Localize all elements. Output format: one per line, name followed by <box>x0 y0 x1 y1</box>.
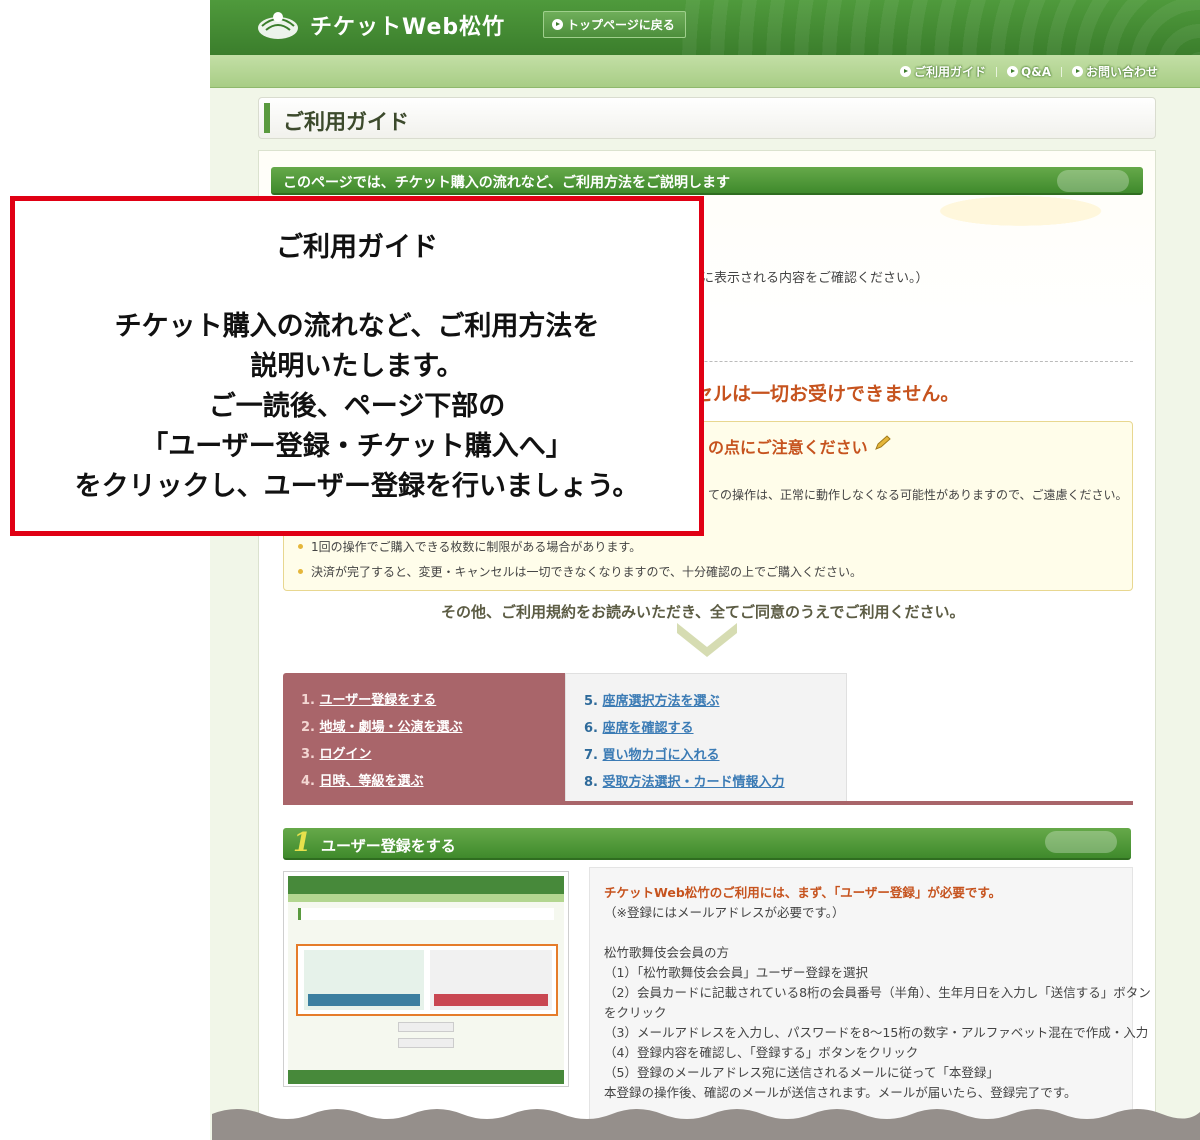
step-link-7[interactable]: 7. 買い物カゴに入れる <box>584 744 720 763</box>
step-link-8[interactable]: 8. 受取方法選択・カード情報入力 <box>584 771 785 790</box>
pencil-icon <box>875 435 891 450</box>
step-link-3[interactable]: 3. ログイン <box>301 743 372 762</box>
step-link-6[interactable]: 6. 座席を確認する <box>584 717 694 736</box>
description-line: 松竹歌舞伎会会員の方 <box>604 945 730 960</box>
intro-banner: このページでは、チケット購入の流れなど、ご利用方法をご説明します <box>271 167 1143 195</box>
registration-lead: チケットWeb松竹のご利用には、まず、「ユーザー登録」が必要です。 <box>604 885 1002 900</box>
callout-line: をクリックし、ユーザー登録を行いましょう。 <box>74 471 640 502</box>
subnav-contact-link[interactable]: お問い合わせ <box>1071 63 1158 80</box>
notice-title: の点にご注意ください <box>708 438 868 457</box>
agreement-text: その他、ご利用規約をお読みいただき、全てご同意のうえでご利用ください。 <box>441 603 965 621</box>
callout-line: 「ユーザー登録・チケット購入へ」 <box>141 431 573 462</box>
step-link-2[interactable]: 2. 地域・劇場・公演を選ぶ <box>301 716 463 735</box>
callout-line: ご一読後、ページ下部の <box>208 391 506 422</box>
chevron-down-icon <box>677 623 737 657</box>
body-text: に表示される内容をご確認ください。） <box>701 271 929 286</box>
intro-text: このページでは、チケット購入の流れなど、ご利用方法をご説明します <box>283 175 731 191</box>
no-cancel-warning: ンセルは一切お受けできません。 <box>675 383 960 405</box>
back-to-top-button[interactable]: トップページに戻る <box>543 11 686 38</box>
description-line: をクリック <box>604 1005 667 1020</box>
steps-underline <box>283 801 1133 805</box>
steps-column-left: 1. ユーザー登録をする 2. 地域・劇場・公演を選ぶ 3. ログイン 4. 日… <box>283 673 565 805</box>
section-number: 1 <box>293 828 312 858</box>
section-title: ユーザー登録をする <box>321 837 456 855</box>
bullet-icon <box>298 544 303 549</box>
description-line: （3）メールアドレスを入力し、パスワードを8〜15桁の数字・アルファベット混在で… <box>604 1025 1149 1040</box>
registration-screenshot-thumbnail <box>283 871 569 1087</box>
back-to-top-label: トップページに戻る <box>567 18 675 32</box>
guide-callout: ご利用ガイド チケット購入の流れなど、ご利用方法を 説明いたします。 ご一読後、… <box>10 196 704 536</box>
subnav-guide-link[interactable]: ご利用ガイド <box>900 63 986 80</box>
notice-item: 決済が完了すると、変更・キャンセルは一切できなくなりますので、十分確認の上でご購… <box>298 563 862 580</box>
bullet-icon <box>298 569 303 574</box>
page-title-bar: ご利用ガイド <box>258 97 1156 139</box>
subnav-qa-link[interactable]: Q&A <box>1007 65 1051 79</box>
pine-crest-icon <box>1057 170 1129 192</box>
thumbnail-highlight-frame <box>296 944 558 1016</box>
torn-edge-decoration <box>212 1109 1200 1140</box>
step-link-4[interactable]: 4. 日時、等級を選ぶ <box>301 770 424 789</box>
site-screenshot: チケットWeb松竹 トップページに戻る ご利用ガイド Q&A お問い合わせ ご利… <box>210 0 1200 1140</box>
callout-body: チケット購入の流れなど、ご利用方法を 説明いたします。 ご一読後、ページ下部の … <box>15 307 699 507</box>
sub-navigation: ご利用ガイド Q&A お問い合わせ <box>210 55 1200 88</box>
pine-crest-icon <box>258 12 298 39</box>
notice-item: 1回の操作でご購入できる枚数に制限がある場合があります。 <box>298 538 641 555</box>
description-line: （2）会員カードに記載されている8桁の会員番号（半角）、生年月日を入力し「送信す… <box>604 985 1151 1000</box>
callout-line: チケット購入の流れなど、ご利用方法を <box>114 311 600 342</box>
callout-line: 説明いたします。 <box>250 351 464 382</box>
description-line: 本登録の操作後、確認のメールが送信されます。メールが届いたら、登録完了です。 <box>604 1085 1077 1100</box>
page-title: ご利用ガイド <box>283 110 409 134</box>
description-line: （5）登録のメールアドレス宛に送信されるメールに従って「本登録」 <box>604 1065 999 1080</box>
site-header: チケットWeb松竹 トップページに戻る <box>210 0 1200 55</box>
subnav-divider <box>996 66 998 77</box>
site-logo[interactable]: チケットWeb松竹 <box>256 8 505 42</box>
description-line: （4）登録内容を確認し、「登録する」ボタンをクリック <box>604 1045 919 1060</box>
arrow-circle-icon <box>552 19 563 30</box>
steps-column-right: 5. 座席選択方法を選ぶ 6. 座席を確認する 7. 買い物カゴに入れる 8. … <box>565 673 847 805</box>
callout-title: ご利用ガイド <box>276 232 438 263</box>
notice-text: ての操作は、正常に動作しなくなる可能性がありますので、ご遠慮ください。 <box>708 488 1128 502</box>
pine-crest-icon <box>1045 831 1117 853</box>
section-1-heading: 1 ユーザー登録をする <box>283 828 1131 860</box>
logo-text: チケットWeb松竹 <box>310 15 506 40</box>
steps-index: 1. ユーザー登録をする 2. 地域・劇場・公演を選ぶ 3. ログイン 4. 日… <box>283 673 1133 805</box>
subnav-divider <box>1060 66 1062 77</box>
step-link-1[interactable]: 1. ユーザー登録をする <box>301 689 436 708</box>
description-line: （※登録にはメールアドレスが必要です。） <box>604 905 845 920</box>
arrow-circle-icon <box>1071 66 1083 77</box>
description-line: （1）「松竹歌舞伎会会員」ユーザー登録を選択 <box>604 965 868 980</box>
section-1-description: チケットWeb松竹のご利用には、まず、「ユーザー登録」が必要です。 （※登録には… <box>589 867 1151 1140</box>
arrow-circle-icon <box>900 66 912 77</box>
arrow-circle-icon <box>1007 66 1019 77</box>
step-link-5[interactable]: 5. 座席選択方法を選ぶ <box>584 690 720 709</box>
